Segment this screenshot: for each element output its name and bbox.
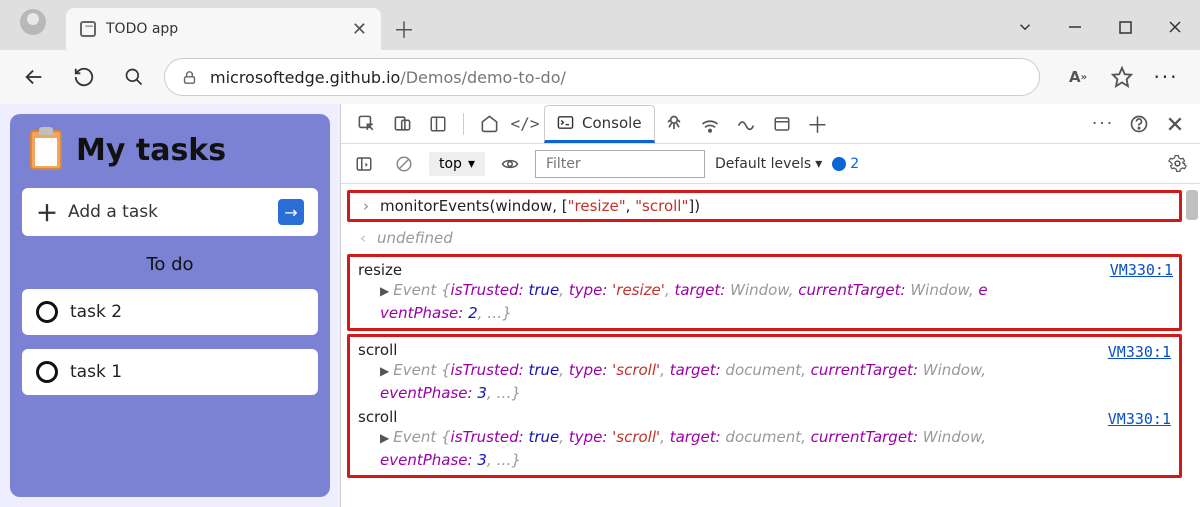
event-detail: ▶Event {isTrusted: true, type: 'scroll',… xyxy=(358,359,1171,404)
content-area: My tasks ＋ Add a task → To do task 2 tas… xyxy=(0,104,1200,507)
read-aloud-button[interactable]: A» xyxy=(1058,57,1098,97)
levels-label: Default levels xyxy=(715,156,811,172)
app-header: My tasks xyxy=(22,126,318,174)
help-button[interactable] xyxy=(1122,107,1156,141)
sources-tab-button[interactable] xyxy=(657,107,691,141)
source-link[interactable]: VM330:1 xyxy=(1108,410,1171,428)
profile-icon xyxy=(20,9,46,35)
devtools-close-button[interactable] xyxy=(1158,107,1192,141)
tab-title: TODO app xyxy=(106,21,342,37)
console-event-group: VM330:1 scroll ▶Event {isTrusted: true, … xyxy=(347,334,1182,478)
window-titlebar: TODO app ✕ ＋ xyxy=(0,0,1200,50)
console-command-row[interactable]: › monitorEvents(window, ["resize", "scro… xyxy=(347,190,1182,222)
section-label: To do xyxy=(22,254,318,275)
checkbox-icon[interactable] xyxy=(36,361,58,383)
issues-button[interactable]: 2 xyxy=(832,156,859,172)
dock-side-button[interactable] xyxy=(421,107,455,141)
profile-button[interactable] xyxy=(8,2,58,42)
input-caret-icon: › xyxy=(360,197,372,215)
device-toolbar-button[interactable] xyxy=(385,107,419,141)
source-link[interactable]: VM330:1 xyxy=(1110,261,1173,279)
devtools-more-button[interactable]: ··· xyxy=(1086,107,1120,141)
filter-input[interactable] xyxy=(535,150,705,178)
refresh-button[interactable] xyxy=(64,57,104,97)
window-maximize-button[interactable] xyxy=(1100,4,1150,50)
console-event-row[interactable]: VM330:1 scroll ▶Event {isTrusted: true, … xyxy=(352,406,1177,473)
devtools-toolbar: </> Console ＋ ··· xyxy=(341,104,1200,144)
command-text: monitorEvents(window, ["resize", "scroll… xyxy=(380,197,700,215)
issues-count: 2 xyxy=(850,156,859,172)
browser-tab[interactable]: TODO app ✕ xyxy=(66,8,381,50)
console-settings-button[interactable] xyxy=(1162,149,1192,179)
performance-tab-button[interactable] xyxy=(729,107,763,141)
window-minimize-button[interactable] xyxy=(1050,4,1100,50)
clipboard-icon xyxy=(30,130,62,170)
chevron-down-icon: ▾ xyxy=(468,156,475,172)
back-button[interactable] xyxy=(14,57,54,97)
sidebar-toggle-button[interactable] xyxy=(349,149,379,179)
context-selector[interactable]: top ▾ xyxy=(429,152,485,176)
task-item[interactable]: task 2 xyxy=(22,289,318,335)
console-event-row[interactable]: VM330:1 resize ▶Event {isTrusted: true, … xyxy=(347,254,1182,331)
app-title: My tasks xyxy=(76,133,226,168)
application-tab-button[interactable] xyxy=(765,107,799,141)
welcome-tab-button[interactable] xyxy=(472,107,506,141)
submit-task-button[interactable]: → xyxy=(278,199,304,225)
more-button[interactable]: ··· xyxy=(1146,57,1186,97)
context-label: top xyxy=(439,156,462,172)
inspect-element-button[interactable] xyxy=(349,107,383,141)
elements-tab-button[interactable]: </> xyxy=(508,107,542,141)
console-output[interactable]: › monitorEvents(window, ["resize", "scro… xyxy=(341,184,1200,507)
console-tab-label: Console xyxy=(582,114,642,132)
url-text: microsoftedge.github.io/Demos/demo-to-do… xyxy=(210,68,566,87)
tab-close-button[interactable]: ✕ xyxy=(352,19,367,40)
event-detail: ▶Event {isTrusted: true, type: 'resize',… xyxy=(358,279,1171,324)
undefined-label: undefined xyxy=(377,229,453,247)
event-name: resize xyxy=(358,261,1171,279)
source-link[interactable]: VM330:1 xyxy=(1108,343,1171,361)
address-bar: microsoftedge.github.io/Demos/demo-to-do… xyxy=(0,50,1200,104)
console-tab[interactable]: Console xyxy=(544,105,655,143)
page-viewport: My tasks ＋ Add a task → To do task 2 tas… xyxy=(0,104,340,507)
scrollbar-thumb[interactable] xyxy=(1186,190,1198,220)
window-close-button[interactable] xyxy=(1150,4,1200,50)
event-name: scroll xyxy=(358,408,1171,426)
chevron-down-icon: ▾ xyxy=(815,156,822,172)
devtools-panel: </> Console ＋ ··· xyxy=(340,104,1200,507)
expand-icon[interactable]: ▶ xyxy=(380,431,389,445)
chevron-down-icon[interactable] xyxy=(1000,4,1050,50)
new-tab-button[interactable]: ＋ xyxy=(381,8,427,50)
task-label: task 1 xyxy=(70,362,122,382)
page-favicon-icon xyxy=(80,21,96,37)
search-button[interactable] xyxy=(114,57,154,97)
expand-icon[interactable]: ▶ xyxy=(380,284,389,298)
lock-icon xyxy=(181,69,198,86)
add-task-placeholder: Add a task xyxy=(68,202,158,222)
log-levels-selector[interactable]: Default levels ▾ xyxy=(715,156,822,172)
live-expression-button[interactable] xyxy=(495,149,525,179)
expand-icon[interactable]: ▶ xyxy=(380,364,389,378)
plus-icon: ＋ xyxy=(36,196,58,228)
more-tabs-button[interactable]: ＋ xyxy=(801,107,835,141)
console-result-row[interactable]: ‹ undefined xyxy=(347,225,1182,251)
console-event-row[interactable]: VM330:1 scroll ▶Event {isTrusted: true, … xyxy=(352,339,1177,406)
checkbox-icon[interactable] xyxy=(36,301,58,323)
favorite-button[interactable] xyxy=(1102,57,1142,97)
url-input[interactable]: microsoftedge.github.io/Demos/demo-to-do… xyxy=(164,58,1040,96)
event-name: scroll xyxy=(358,341,1171,359)
network-tab-button[interactable] xyxy=(693,107,727,141)
window-controls xyxy=(1000,4,1200,50)
task-label: task 2 xyxy=(70,302,122,322)
output-caret-icon: ‹ xyxy=(357,229,369,247)
console-toolbar: top ▾ Default levels ▾ 2 xyxy=(341,144,1200,184)
clear-console-button[interactable] xyxy=(389,149,419,179)
event-detail: ▶Event {isTrusted: true, type: 'scroll',… xyxy=(358,426,1171,471)
issue-dot-icon xyxy=(832,157,846,171)
add-task-input[interactable]: ＋ Add a task → xyxy=(22,188,318,236)
task-item[interactable]: task 1 xyxy=(22,349,318,395)
